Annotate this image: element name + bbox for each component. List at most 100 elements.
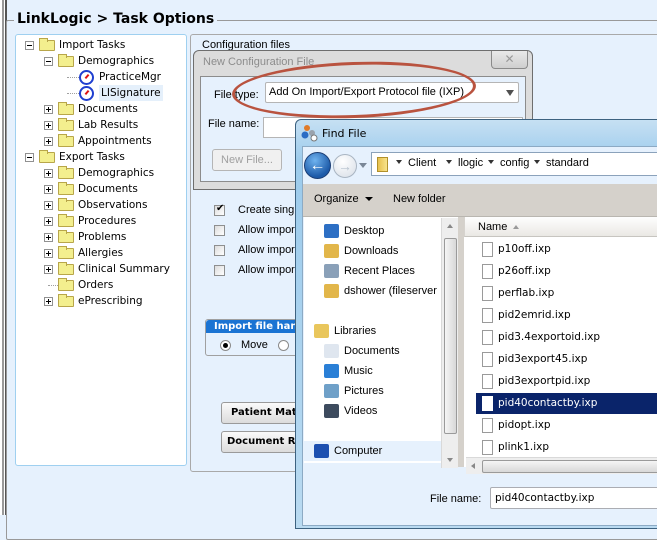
collapse-icon[interactable] — [44, 57, 53, 66]
tree-item-label: Demographics — [78, 55, 155, 67]
nav-item[interactable]: Documents — [304, 341, 441, 361]
chevron-down-icon[interactable] — [446, 160, 452, 165]
folder-icon — [58, 54, 74, 67]
expand-icon[interactable] — [44, 217, 53, 226]
scroll-left-icon[interactable] — [471, 463, 475, 469]
nav-item[interactable]: Pictures — [304, 381, 441, 401]
recent-locations-dropdown[interactable] — [359, 163, 367, 168]
expand-icon[interactable] — [44, 297, 53, 306]
tree-item[interactable]: Documents — [16, 101, 186, 117]
option-checkbox[interactable] — [214, 265, 225, 276]
expand-icon[interactable] — [44, 249, 53, 258]
address-bar[interactable]: Client llogic config standard — [371, 152, 657, 176]
tree-item[interactable]: Lab Results — [16, 117, 186, 133]
tree-item[interactable]: Allergies — [16, 245, 186, 261]
file-list-item[interactable]: pid2emrid.ixp — [476, 305, 657, 326]
new-file-button[interactable]: New File... — [212, 149, 282, 171]
breadcrumb-segment[interactable]: llogic — [446, 157, 483, 169]
move-radio-label: Move — [241, 339, 268, 351]
nav-item[interactable]: Computer — [304, 441, 441, 461]
nav-item-label: Desktop — [344, 225, 385, 237]
collapse-icon[interactable] — [25, 41, 34, 50]
option-checkbox[interactable] — [214, 225, 225, 236]
expand-icon[interactable] — [44, 233, 53, 242]
breadcrumb-segment[interactable]: standard — [534, 157, 589, 169]
back-button[interactable]: ← — [304, 152, 331, 179]
breadcrumb-segment[interactable]: Client — [396, 157, 436, 169]
scroll-down-icon[interactable] — [447, 458, 453, 462]
tree-item[interactable]: Appointments — [16, 133, 186, 149]
tree-item[interactable]: Clinical Summary — [16, 261, 186, 277]
tree-item[interactable]: PracticeMgr — [16, 69, 186, 85]
chevron-down-icon[interactable] — [488, 160, 494, 165]
tree-item-label: Orders — [78, 279, 114, 291]
close-icon: ✕ — [504, 52, 515, 66]
expand-icon[interactable] — [44, 105, 53, 114]
file-list-horizontal-scrollbar[interactable] — [466, 457, 657, 474]
tree-item[interactable]: Problems — [16, 229, 186, 245]
expand-icon[interactable] — [44, 169, 53, 178]
file-list-scroll-thumb[interactable] — [482, 460, 657, 473]
new-folder-button[interactable]: New folder — [393, 193, 446, 205]
folder-icon — [39, 38, 55, 51]
tree-item[interactable]: Procedures — [16, 213, 186, 229]
option-checkbox-label: Create sing — [238, 204, 295, 216]
network-folder-icon — [324, 284, 339, 298]
file-list-item[interactable]: pid3export45.ixp — [476, 349, 657, 370]
scroll-up-icon[interactable] — [447, 224, 453, 228]
file-list-item[interactable]: perflab.ixp — [476, 283, 657, 304]
tree-connector — [67, 93, 79, 94]
nav-item[interactable]: dshower (fileserver — [304, 281, 441, 301]
chevron-down-icon[interactable] — [534, 160, 540, 165]
forward-button[interactable]: → — [333, 154, 357, 178]
expand-icon[interactable] — [44, 121, 53, 130]
move-radio[interactable] — [220, 340, 231, 351]
tree-item[interactable]: LISignature — [16, 85, 186, 101]
organize-menu[interactable]: Organize — [314, 193, 373, 205]
expand-icon[interactable] — [44, 201, 53, 210]
collapse-icon[interactable] — [25, 153, 34, 162]
breadcrumb-segment[interactable]: config — [488, 157, 529, 169]
file-list-item[interactable]: pid3.4exportoid.ixp — [476, 327, 657, 348]
chevron-down-icon[interactable] — [396, 160, 402, 165]
option-checkbox[interactable] — [214, 245, 225, 256]
nav-item[interactable]: Desktop — [304, 221, 441, 241]
tree-item[interactable]: Orders — [16, 277, 186, 293]
close-button[interactable]: ✕ — [491, 51, 528, 69]
nav-item[interactable]: Music — [304, 361, 441, 381]
file-list-item[interactable]: plink1.ixp — [476, 437, 657, 458]
expand-icon[interactable] — [44, 265, 53, 274]
tree-item[interactable]: Import Tasks — [16, 37, 186, 53]
file-icon — [482, 330, 493, 345]
option-checkbox[interactable] — [214, 203, 225, 216]
navigation-pane-scrollbar[interactable] — [441, 218, 458, 468]
tree-item-label: Procedures — [78, 215, 137, 227]
tree-item[interactable]: Documents — [16, 181, 186, 197]
tree-item-label: Allergies — [78, 247, 124, 259]
task-tree[interactable]: Import Tasks Demographics PracticeMgr LISig… — [15, 34, 187, 466]
tree-item-label: Documents — [78, 183, 138, 195]
nav-item[interactable]: Recent Places — [304, 261, 441, 281]
name-column-header[interactable]: Name — [464, 217, 657, 237]
nav-item[interactable]: Downloads — [304, 241, 441, 261]
tree-item-label: Documents — [78, 103, 138, 115]
navigation-pane-scroll-thumb[interactable] — [444, 238, 457, 434]
file-list-item[interactable]: pid3exportpid.ixp — [476, 371, 657, 392]
file-list-item[interactable]: pid40contactby.ixp — [476, 393, 657, 414]
tree-item[interactable]: Demographics — [16, 53, 186, 69]
tree-item[interactable]: Demographics — [16, 165, 186, 181]
tree-item[interactable]: Export Tasks — [16, 149, 186, 165]
clock-icon — [79, 86, 94, 101]
copy-radio[interactable] — [278, 340, 289, 351]
nav-item[interactable]: Libraries — [304, 321, 441, 341]
file-name-input[interactable]: pid40contactby.ixp — [490, 487, 657, 509]
videos-icon — [324, 404, 339, 418]
file-list-item[interactable]: p10off.ixp — [476, 239, 657, 260]
nav-item[interactable]: Videos — [304, 401, 441, 421]
tree-item[interactable]: Observations — [16, 197, 186, 213]
expand-icon[interactable] — [44, 137, 53, 146]
expand-icon[interactable] — [44, 185, 53, 194]
file-list-item[interactable]: p26off.ixp — [476, 261, 657, 282]
file-list-item[interactable]: pidopt.ixp — [476, 415, 657, 436]
tree-item[interactable]: ePrescribing — [16, 293, 186, 309]
